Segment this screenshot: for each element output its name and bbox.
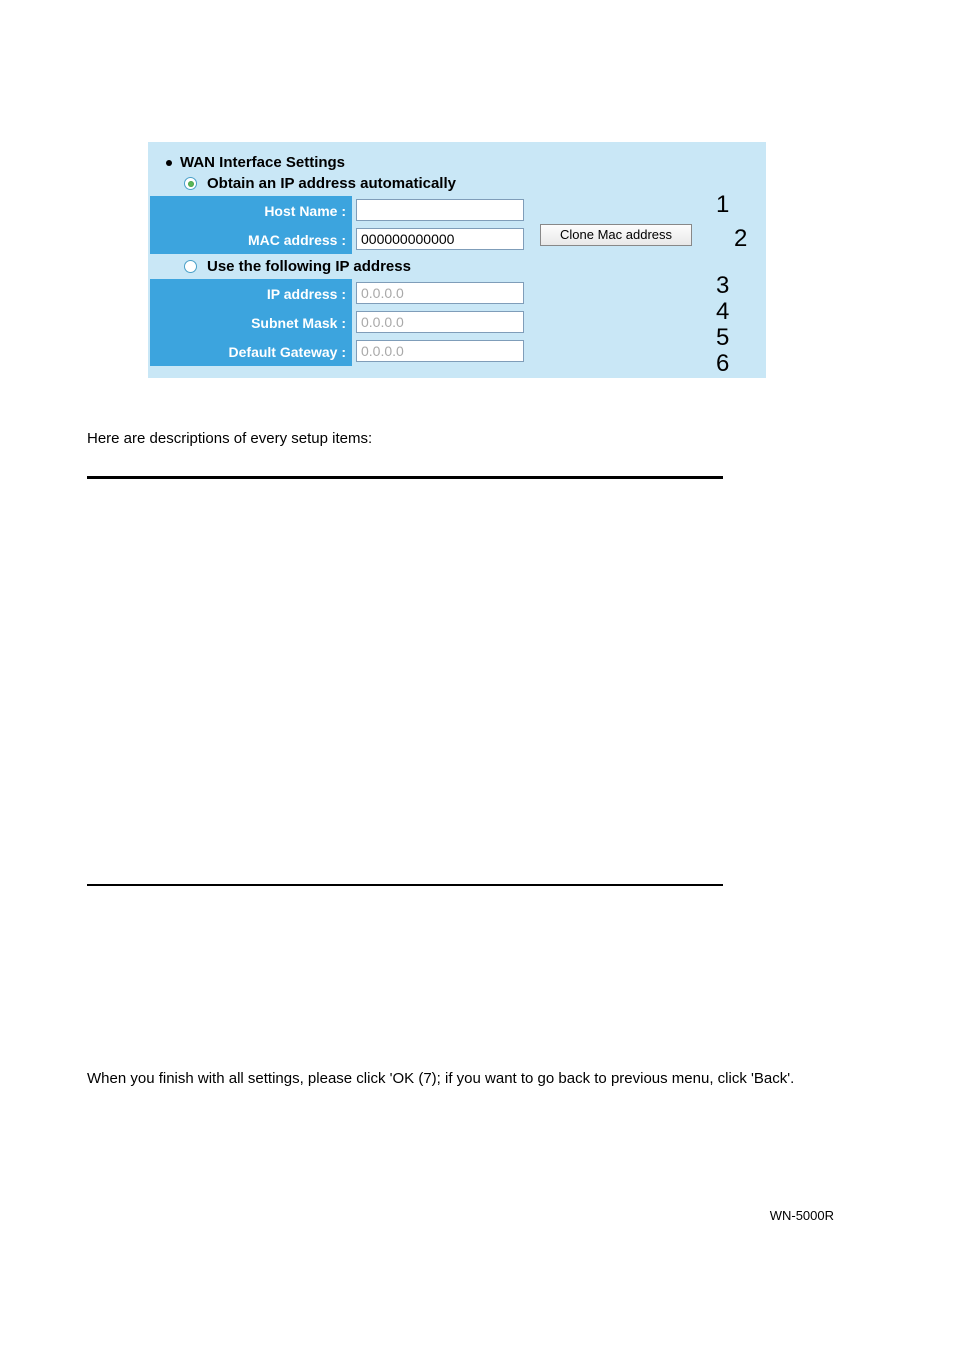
ip-address-input[interactable] <box>356 282 524 304</box>
default-gateway-label: Default Gateway : <box>150 337 352 366</box>
callout-4: 4 <box>716 298 729 326</box>
host-name-label: Host Name : <box>150 196 352 225</box>
callout-1: 1 <box>716 191 729 219</box>
finish-instructions: When you finish with all settings, pleas… <box>87 1070 794 1087</box>
radio-manual-label: Use the following IP address <box>207 258 411 275</box>
default-gateway-input[interactable] <box>356 340 524 362</box>
host-name-input[interactable] <box>356 199 524 221</box>
radio-icon[interactable] <box>184 260 197 273</box>
bullet-icon <box>166 160 172 166</box>
mac-address-label: MAC address : <box>150 225 352 254</box>
callout-6: 6 <box>716 350 729 378</box>
callout-2: 2 <box>734 225 747 253</box>
host-name-row: Host Name : <box>148 196 766 225</box>
default-gateway-row: Default Gateway : <box>148 337 766 366</box>
section-title: WAN Interface Settings <box>180 154 345 171</box>
radio-selected-dot <box>188 181 194 187</box>
ip-address-label: IP address : <box>150 279 352 308</box>
wan-settings-panel: WAN Interface Settings Obtain an IP addr… <box>148 142 766 378</box>
radio-use-following-row[interactable]: Use the following IP address <box>148 258 766 275</box>
section-header-row: WAN Interface Settings <box>148 154 766 171</box>
ip-address-row: IP address : <box>148 279 766 308</box>
callout-5: 5 <box>716 324 729 352</box>
clone-mac-button[interactable]: Clone Mac address <box>540 224 692 246</box>
description-intro: Here are descriptions of every setup ite… <box>87 430 372 447</box>
radio-obtain-auto-row[interactable]: Obtain an IP address automatically <box>148 175 766 192</box>
divider-bottom <box>87 884 723 886</box>
callout-3: 3 <box>716 272 729 300</box>
mac-address-input[interactable] <box>356 228 524 250</box>
footer-model: WN-5000R <box>770 1208 834 1223</box>
subnet-mask-label: Subnet Mask : <box>150 308 352 337</box>
radio-icon[interactable] <box>184 177 197 190</box>
radio-auto-label: Obtain an IP address automatically <box>207 175 456 192</box>
subnet-mask-row: Subnet Mask : <box>148 308 766 337</box>
subnet-mask-input[interactable] <box>356 311 524 333</box>
divider-top <box>87 476 723 479</box>
